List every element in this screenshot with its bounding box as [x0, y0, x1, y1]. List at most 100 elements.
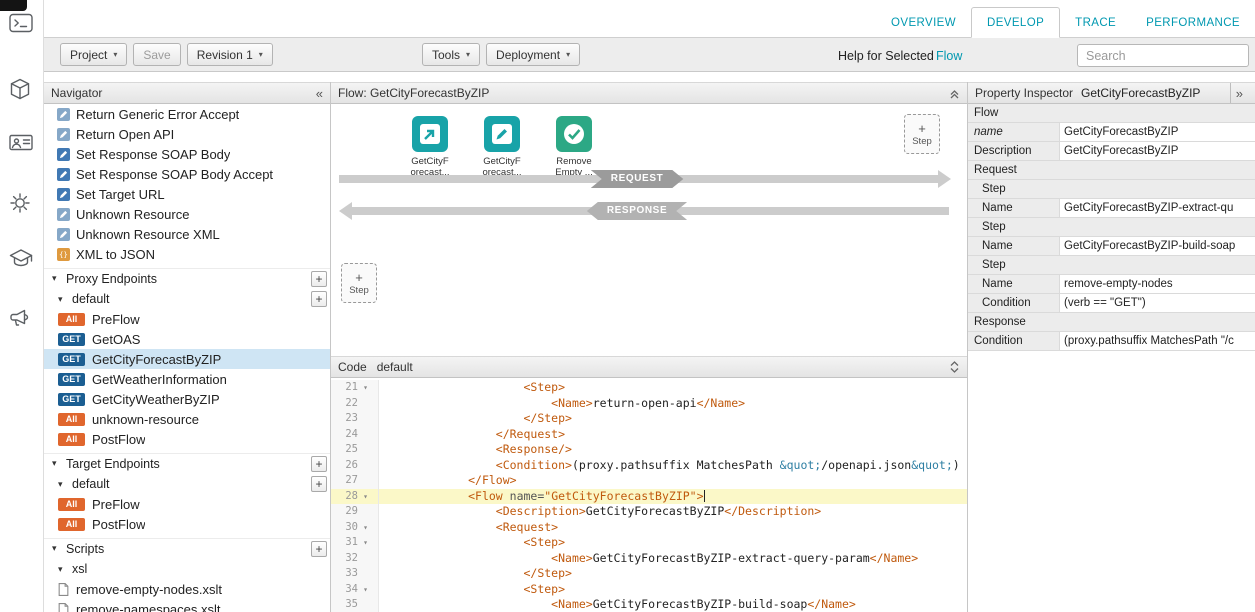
caret-down-icon: ▾: [466, 51, 470, 59]
inspector-field-value[interactable]: GetCityForecastByZIP: [1060, 142, 1255, 160]
policy-item[interactable]: Set Target URL: [44, 184, 330, 204]
code-line[interactable]: 30▾ <Request>: [331, 520, 967, 536]
flow-item-getcityforecastbyzip[interactable]: GETGetCityForecastByZIP: [44, 349, 330, 369]
fold-marker-icon[interactable]: ▾: [358, 380, 373, 396]
flow-label: GetOAS: [92, 332, 140, 347]
section-scripts[interactable]: ▾Scripts+: [44, 538, 330, 558]
flow-step[interactable]: Remove Empty ...: [547, 116, 601, 178]
add-flow-button[interactable]: +: [311, 476, 327, 492]
code-line[interactable]: 26 <Condition>(proxy.pathsuffix MatchesP…: [331, 458, 967, 474]
flow-item-postflow[interactable]: AllPostFlow: [44, 514, 330, 534]
inspector-field-value[interactable]: GetCityForecastByZIP-extract-qu: [1060, 199, 1255, 217]
inspector-field-value[interactable]: GetCityForecastByZIP-build-soap: [1060, 237, 1255, 255]
inspector-field-value[interactable]: GetCityForecastByZIP: [1060, 123, 1255, 141]
section-target-endpoints[interactable]: ▾Target Endpoints+: [44, 453, 330, 473]
line-gutter: 32: [331, 551, 379, 567]
policy-item[interactable]: Return Generic Error Accept: [44, 104, 330, 124]
flow-item-preflow[interactable]: AllPreFlow: [44, 494, 330, 514]
flow-item-getcityweatherbyzip[interactable]: GETGetCityWeatherByZIP: [44, 389, 330, 409]
inspector-field-value[interactable]: remove-empty-nodes: [1060, 275, 1255, 293]
collapse-navigator-icon[interactable]: «: [316, 86, 323, 101]
fold-marker-icon[interactable]: ▾: [358, 535, 373, 551]
fold-marker-icon[interactable]: ▾: [358, 489, 373, 505]
policy-item[interactable]: Set Response SOAP Body: [44, 144, 330, 164]
tab-overview[interactable]: OVERVIEW: [876, 9, 971, 37]
inspector-field-value[interactable]: (proxy.pathsuffix MatchesPath "/c: [1060, 332, 1255, 350]
code-line[interactable]: 35 <Name>GetCityForecastByZIP-build-soap…: [331, 597, 967, 612]
code-line[interactable]: 23 </Step>: [331, 411, 967, 427]
fold-marker-icon[interactable]: ▾: [358, 520, 373, 536]
flow-label: PostFlow: [92, 432, 145, 447]
group-item-default[interactable]: ▾default+: [44, 474, 330, 494]
policy-icon: [57, 128, 70, 141]
collapse-inspector-icon[interactable]: »: [1230, 83, 1248, 103]
code-line[interactable]: 22 <Name>return-open-api</Name>: [331, 396, 967, 412]
section-proxy-endpoints[interactable]: ▾Proxy Endpoints+: [44, 268, 330, 288]
announcements-megaphone-icon[interactable]: [9, 307, 31, 334]
code-text: </Step>: [379, 566, 572, 582]
api-proxies-cube-icon[interactable]: [9, 78, 31, 105]
policy-item[interactable]: Return Open API: [44, 124, 330, 144]
group-item-default[interactable]: ▾default+: [44, 289, 330, 309]
save-button[interactable]: Save: [133, 43, 180, 66]
help-flow-link[interactable]: Flow: [936, 49, 962, 63]
deployment-menu-button[interactable]: Deployment▾: [486, 43, 580, 66]
code-text: <Condition>(proxy.pathsuffix MatchesPath…: [379, 458, 960, 474]
code-line[interactable]: 29 <Description>GetCityForecastByZIP</De…: [331, 504, 967, 520]
inspector-title: Property Inspector: [975, 86, 1073, 100]
add-scripts-button[interactable]: +: [311, 541, 327, 557]
inspector-field-value[interactable]: (verb == "GET"): [1060, 294, 1255, 312]
flow-item-unknown-resource[interactable]: Allunknown-resource: [44, 409, 330, 429]
tab-develop[interactable]: DEVELOP: [971, 7, 1060, 38]
classroom-icon[interactable]: [9, 134, 33, 159]
tab-trace[interactable]: TRACE: [1060, 9, 1131, 37]
flow-step[interactable]: GetCityF orecast...: [403, 116, 457, 178]
line-number: 27: [331, 473, 358, 489]
code-line[interactable]: 31▾ <Step>: [331, 535, 967, 551]
project-menu-button[interactable]: Project▾: [60, 43, 127, 66]
group-item-xsl[interactable]: ▾xsl: [44, 559, 330, 579]
code-line[interactable]: 34▾ <Step>: [331, 582, 967, 598]
code-editor[interactable]: 21▾ <Step>22 <Name>return-open-api</Name…: [331, 378, 967, 612]
script-file-item[interactable]: remove-namespaces.xslt: [44, 599, 330, 612]
step-pencil-icon: [484, 116, 520, 152]
code-line[interactable]: 32 <Name>GetCityForecastByZIP-extract-qu…: [331, 551, 967, 567]
settings-gear-icon[interactable]: [9, 192, 31, 219]
terminal-icon[interactable]: [9, 13, 33, 38]
policy-item[interactable]: Unknown Resource: [44, 204, 330, 224]
tools-menu-button[interactable]: Tools▾: [422, 43, 480, 66]
flow-item-preflow[interactable]: AllPreFlow: [44, 309, 330, 329]
flow-item-getoas[interactable]: GETGetOAS: [44, 329, 330, 349]
revision-menu-button[interactable]: Revision 1▾: [187, 43, 273, 66]
resize-code-panel-icon[interactable]: [949, 361, 960, 373]
add-step-button-top[interactable]: + Step: [904, 114, 940, 154]
add-step-button-bottom[interactable]: + Step: [341, 263, 377, 303]
collapse-flow-panel-icon[interactable]: [949, 88, 960, 99]
toolbar-mid-group: Tools▾ Deployment▾: [422, 43, 580, 66]
line-gutter: 33: [331, 566, 379, 582]
search-input[interactable]: [1077, 44, 1249, 67]
tab-performance[interactable]: PERFORMANCE: [1131, 9, 1255, 37]
code-line[interactable]: 21▾ <Step>: [331, 380, 967, 396]
script-file-item[interactable]: remove-empty-nodes.xslt: [44, 579, 330, 599]
tab-strip: OVERVIEWDEVELOPTRACEPERFORMANCE: [876, 7, 1255, 37]
policy-item[interactable]: {}XML to JSON: [44, 244, 330, 264]
code-line[interactable]: 24 </Request>: [331, 427, 967, 443]
inspector-field-row: nameGetCityForecastByZIP: [968, 123, 1255, 142]
fold-marker-icon[interactable]: ▾: [358, 582, 373, 598]
flow-item-postflow[interactable]: AllPostFlow: [44, 429, 330, 449]
caret-down-icon: ▾: [566, 51, 570, 59]
add-flow-button[interactable]: +: [311, 291, 327, 307]
education-cap-icon[interactable]: [9, 248, 33, 273]
code-line[interactable]: 28▾ <Flow name="GetCityForecastByZIP">: [331, 489, 967, 505]
flow-step[interactable]: GetCityF orecast...: [475, 116, 529, 178]
flow-item-getweatherinformation[interactable]: GETGetWeatherInformation: [44, 369, 330, 389]
policy-item[interactable]: Set Response SOAP Body Accept: [44, 164, 330, 184]
add-target-endpoints-button[interactable]: +: [311, 456, 327, 472]
policy-item[interactable]: Unknown Resource XML: [44, 224, 330, 244]
code-line[interactable]: 25 <Response/>: [331, 442, 967, 458]
add-proxy-endpoints-button[interactable]: +: [311, 271, 327, 287]
code-line[interactable]: 33 </Step>: [331, 566, 967, 582]
code-panel-title: Code: [338, 360, 367, 374]
code-line[interactable]: 27 </Flow>: [331, 473, 967, 489]
